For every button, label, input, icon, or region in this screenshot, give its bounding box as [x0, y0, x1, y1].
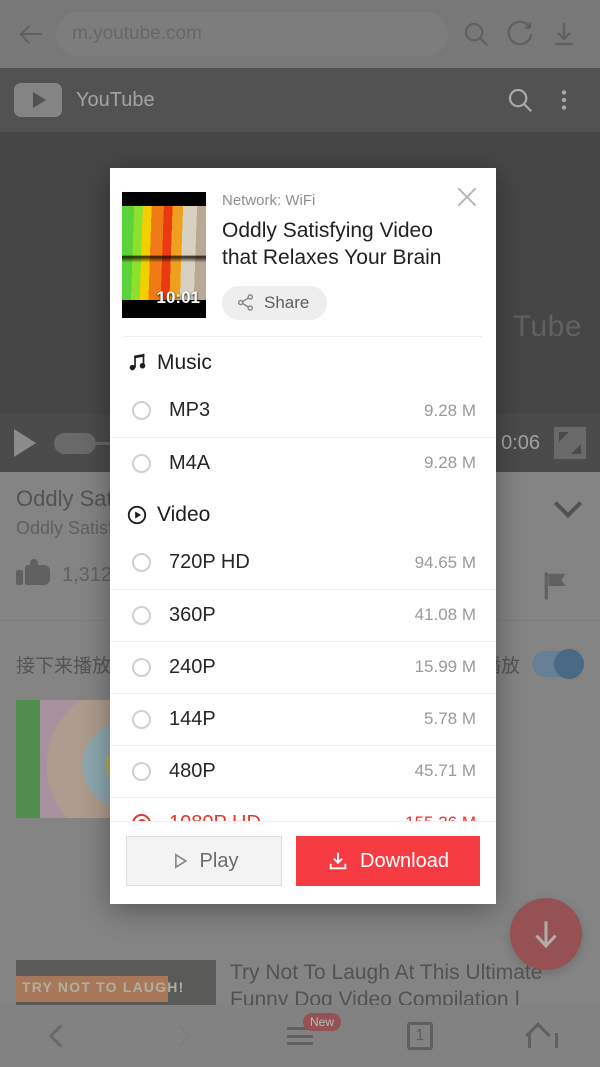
radio-360p[interactable] — [132, 605, 151, 625]
option-size: 15.99 M — [414, 657, 476, 677]
music-section-label: Music — [157, 350, 212, 374]
option-label: MP3 — [169, 399, 211, 422]
close-icon — [457, 187, 477, 207]
option-size: 9.28 M — [424, 400, 476, 420]
option-label: 720P HD — [169, 551, 250, 574]
radio-144p[interactable] — [132, 709, 151, 729]
option-size: 94.65 M — [414, 552, 476, 572]
option-row-mp3[interactable]: MP3 9.28 M — [110, 385, 496, 437]
video-options-list: 720P HD 94.65 M 360P 41.08 M 240P 15.99 … — [110, 537, 496, 849]
download-tray-icon — [329, 852, 347, 870]
option-size: 5.78 M — [424, 709, 476, 729]
radio-720p[interactable] — [132, 553, 151, 573]
play-button[interactable]: Play — [126, 836, 282, 886]
radio-m4a[interactable] — [132, 453, 151, 473]
download-label: Download — [360, 849, 449, 872]
video-section-header: Video — [110, 489, 496, 537]
option-label: 480P — [169, 759, 216, 782]
music-note-icon — [129, 353, 146, 370]
close-button[interactable] — [450, 180, 484, 214]
option-row-480p[interactable]: 480P 45.71 M — [110, 744, 496, 797]
dialog-thumbnail-duration: 10:01 — [156, 288, 200, 307]
play-label: Play — [199, 849, 239, 872]
option-row-m4a[interactable]: M4A 9.28 M — [110, 436, 496, 489]
share-label: Share — [264, 292, 310, 312]
screen: m.youtube.com YouTube — [0, 0, 600, 1067]
option-label: 240P — [169, 655, 216, 678]
play-triangle-icon — [174, 853, 187, 869]
option-label: 144P — [169, 707, 216, 730]
dialog-header-text: Network: WiFi Oddly Satisfying Video tha… — [206, 192, 478, 320]
dialog-footer: Play Download — [110, 821, 496, 904]
option-size: 41.08 M — [414, 605, 476, 625]
option-size: 45.71 M — [414, 761, 476, 781]
radio-240p[interactable] — [132, 657, 151, 677]
radio-480p[interactable] — [132, 761, 151, 781]
music-section-header: Music — [110, 337, 496, 385]
option-label: M4A — [169, 451, 211, 474]
network-status-label: Network: WiFi — [222, 192, 316, 209]
dialog-video-title: Oddly Satisfying Video that Relaxes Your… — [222, 219, 442, 270]
option-row-720p[interactable]: 720P HD 94.65 M — [110, 537, 496, 589]
dialog-video-thumbnail: 10:01 — [122, 192, 206, 318]
share-icon — [237, 294, 254, 311]
download-button[interactable]: Download — [296, 836, 480, 886]
video-section-label: Video — [157, 502, 211, 526]
share-button[interactable]: Share — [222, 285, 328, 320]
option-label: 360P — [169, 603, 216, 626]
play-circle-icon — [127, 505, 147, 524]
option-size: 9.28 M — [424, 453, 476, 473]
option-row-240p[interactable]: 240P 15.99 M — [110, 640, 496, 693]
option-row-360p[interactable]: 360P 41.08 M — [110, 588, 496, 641]
download-options-dialog: 10:01 Network: WiFi Oddly Satisfying Vid… — [110, 168, 496, 904]
radio-mp3[interactable] — [132, 401, 151, 421]
dialog-header: 10:01 Network: WiFi Oddly Satisfying Vid… — [110, 168, 496, 320]
music-options-list: MP3 9.28 M M4A 9.28 M — [110, 385, 496, 489]
option-row-144p[interactable]: 144P 5.78 M — [110, 692, 496, 745]
